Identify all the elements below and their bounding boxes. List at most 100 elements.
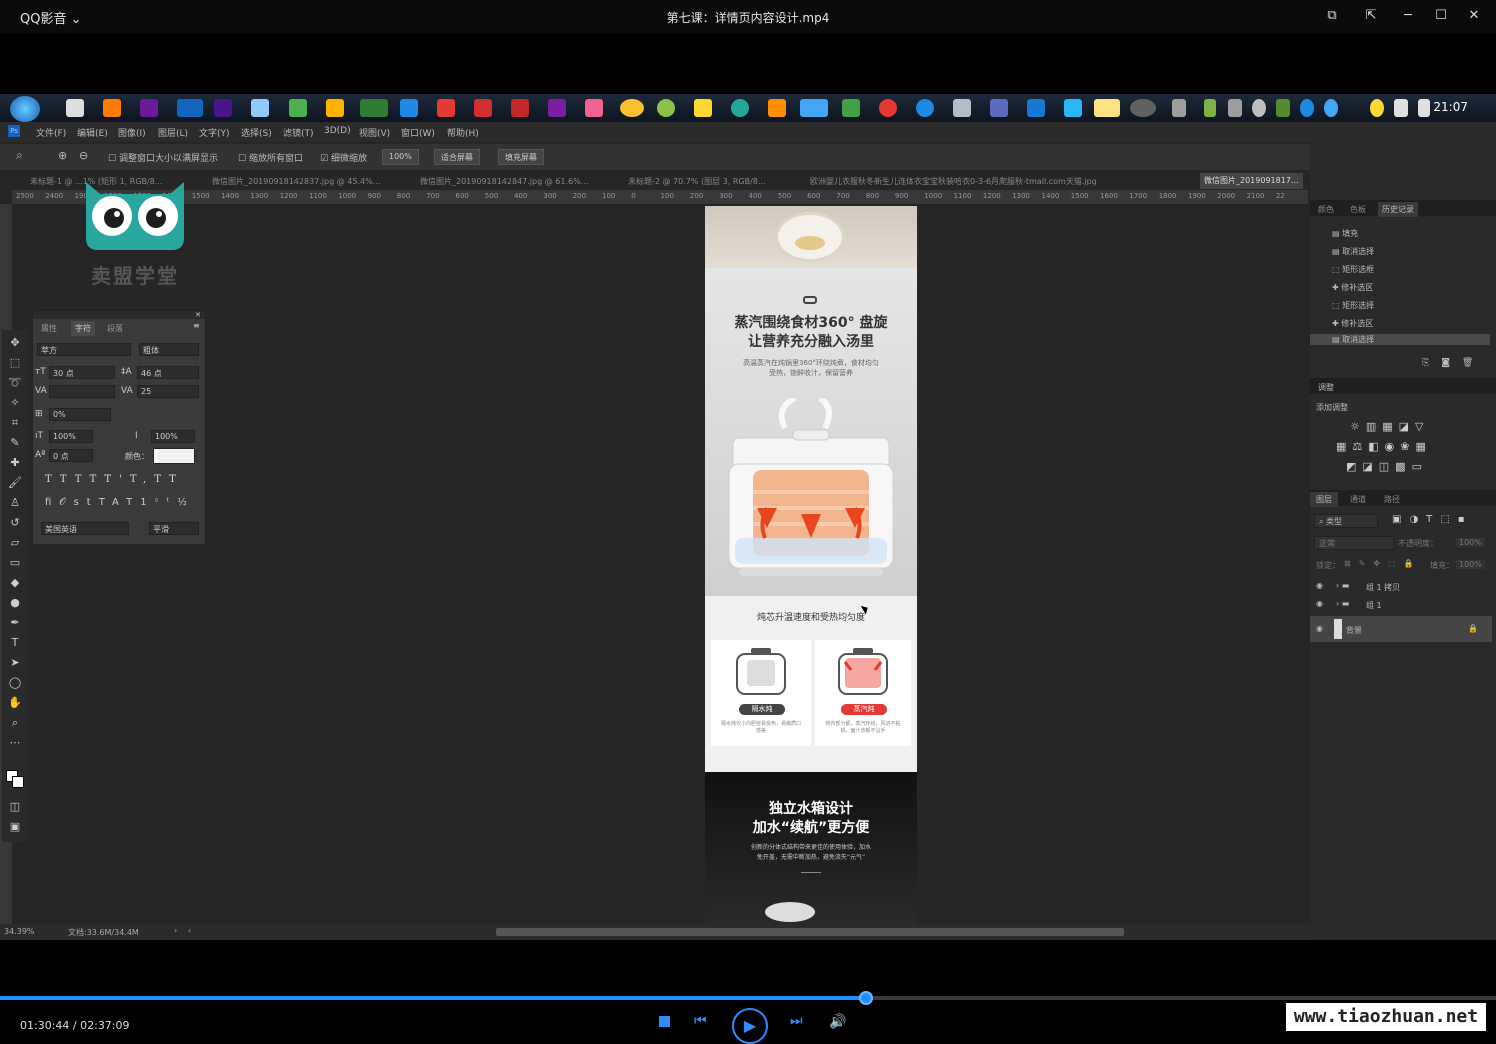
video-frame[interactable]: 21:07 Ps 文件(F) 编辑(E) 图像(I) 图层(L) 文字(Y) 选… [0,94,1496,940]
history-item[interactable]: ▤ 取消选择 [1332,246,1374,257]
crop-tool-icon[interactable]: ⌗ [8,416,22,430]
layer-row[interactable]: ◉ › ▬ 组 1 拷贝 [1310,578,1496,596]
play-icon[interactable]: ▶ [732,1008,768,1044]
tsume-field[interactable]: 0% [49,408,111,421]
zoom-100-button[interactable]: 100% [382,149,419,165]
status-arrow-icon[interactable]: › [174,926,177,935]
menu-3d[interactable]: 3D(D) [324,126,351,136]
history-action-icons[interactable]: ⎘◙🗑 [1422,358,1485,368]
doc-tab[interactable]: 欧洲婴儿衣服秋冬新生儿连体衣宝宝秋装哈衣0-3-6月爬服秋-tmall.com天… [810,176,1097,187]
eraser-tool-icon[interactable]: ▱ [8,536,22,550]
eye-icon[interactable]: ◉ [1316,581,1323,590]
path-select-icon[interactable]: ➤ [8,656,22,670]
pen-tool-icon[interactable]: ✒ [8,616,22,630]
menu-filter[interactable]: 滤镜(T) [283,126,314,139]
move-tool-icon[interactable]: ✥ [8,336,22,350]
vertical-scale-field[interactable]: 100% [49,430,93,443]
panel-close-icon[interactable]: ✕ [33,311,205,319]
panel-menu-icon[interactable]: ≡ [193,321,200,330]
screen-mode-icon[interactable]: ▣ [8,820,22,834]
opentype-buttons[interactable]: ﬁ𝒪stTAT1ˢᵗ½ [45,497,195,508]
language-select[interactable]: 美国英语 [41,522,129,535]
layer-filter-icons[interactable]: ▣◑T⬚▪ [1392,514,1473,525]
healing-brush-icon[interactable]: ✚ [8,456,22,470]
doc-tab[interactable]: 未标题-2 @ 70.7% (图层 3, RGB/8... [628,176,766,187]
eyedropper-icon[interactable]: ✎ [8,436,22,450]
tab-paragraph[interactable]: 段落 [107,323,123,334]
menu-edit[interactable]: 编辑(E) [77,126,108,139]
lasso-tool-icon[interactable]: ➰ [8,376,22,390]
tab-channels[interactable]: 通道 [1350,494,1366,505]
next-icon[interactable]: ⏭ [790,1013,803,1029]
zoom-in-icon[interactable]: ⊕ [58,149,67,162]
type-style-buttons[interactable]: TTTTT'T,TT [45,474,184,485]
eye-icon[interactable]: ◉ [1316,624,1323,633]
minimize-icon[interactable]: ─ [1398,6,1418,26]
menu-window[interactable]: 窗口(W) [401,126,435,139]
tracking-field[interactable]: 25 [137,385,199,398]
adjustment-icons-row-3[interactable]: ◩◪◫▩▭ [1346,460,1428,473]
opacity-field[interactable]: 100% [1456,538,1485,547]
fill-screen-button[interactable]: 填充屏幕 [498,149,544,165]
font-style-select[interactable]: 粗体 [139,343,199,356]
background-color-swatch[interactable] [12,776,24,788]
adjustment-icons-row-2[interactable]: ▦⚖◧◉❀▦ [1336,440,1432,453]
menu-image[interactable]: 图像(I) [118,126,146,139]
dodge-tool-icon[interactable]: ● [8,596,22,610]
seek-handle[interactable] [859,991,874,1005]
doc-tab-active[interactable]: 微信图片_2019091817... [1200,173,1303,189]
layer-row-active[interactable]: ◉ 背景 🔒 [1310,616,1492,642]
blur-tool-icon[interactable]: ◆ [8,576,22,590]
stamp-tool-icon[interactable]: ♙ [8,496,22,510]
doc-tab[interactable]: 微信图片_20190918142847.jpg @ 61.6%... [420,176,588,187]
marquee-tool-icon[interactable]: ⬚ [8,356,22,370]
close-icon[interactable]: ✕ [1464,6,1484,26]
eye-icon[interactable]: ◉ [1316,599,1323,608]
tab-properties[interactable]: 属性 [41,323,57,334]
lock-icons[interactable]: ⊠✎✥⬚🔒 [1344,559,1422,568]
history-brush-icon[interactable]: ↺ [8,516,22,530]
canvas-document[interactable]: 蒸汽围绕食材360° 盘旋 让营养充分融入汤里 高温蒸汽在炖锅里360°环绕炖煮… [705,206,917,926]
zoom-all-checkbox[interactable]: ☐ 缩放所有窗口 [238,151,303,164]
menu-view[interactable]: 视图(V) [359,126,390,139]
history-item[interactable]: ▤ 填充 [1332,228,1358,239]
tab-history[interactable]: 历史记录 [1378,202,1418,217]
fill-field[interactable]: 100% [1456,560,1485,569]
zoom-out-icon[interactable]: ⊖ [79,149,88,162]
maximize-icon[interactable]: ☐ [1431,6,1451,26]
font-family-select[interactable]: 苹方 [37,343,131,356]
tab-swatches[interactable]: 色板 [1350,204,1366,215]
magic-wand-icon[interactable]: ✧ [8,396,22,410]
doc-tab[interactable]: 微信图片_20190918142837.jpg @ 45.4%... [212,176,380,187]
history-item[interactable]: ⬚ 矩形选择 [1332,300,1374,311]
stop-icon[interactable] [659,1016,670,1027]
zoom-tool-icon[interactable]: ⌕ [16,148,23,163]
horizontal-scale-field[interactable]: 100% [151,430,195,443]
zoom-tool-icon[interactable]: ⌕ [8,716,22,730]
leading-field[interactable]: 46 点 [137,366,199,379]
resize-windows-checkbox[interactable]: ☐ 调整窗口大小以满屏显示 [108,151,218,164]
scrubby-zoom-checkbox[interactable]: ☑ 细微缩放 [320,151,367,164]
mini-mode-icon[interactable]: ⧉ [1322,6,1342,26]
history-item[interactable]: ✚ 修补选区 [1332,282,1373,293]
tab-color[interactable]: 颜色 [1318,204,1334,215]
history-item-active[interactable]: ▤ 取消选择 [1310,334,1490,345]
layer-row[interactable]: ◉ › ▬ 组 1 [1310,596,1496,614]
scroll-left-icon[interactable]: ‹ [188,926,191,935]
quick-mask-icon[interactable]: ◫ [8,800,22,814]
layer-filter-select[interactable]: ⌕ 类型 [1314,514,1378,528]
menu-file[interactable]: 文件(F) [36,126,66,139]
volume-icon[interactable]: 🔊 [829,1014,846,1030]
baseline-shift-field[interactable]: 0 点 [49,449,93,462]
type-tool-icon[interactable]: T [8,636,22,650]
font-size-field[interactable]: 30 点 [49,366,115,379]
hand-tool-icon[interactable]: ✋ [8,696,22,710]
kerning-field[interactable] [49,385,115,398]
adjustment-icons-row-1[interactable]: ☼▥▦◪▽ [1350,420,1430,433]
menu-help[interactable]: 帮助(H) [447,126,479,139]
brush-tool-icon[interactable]: 🖌 [8,476,22,490]
antialias-select[interactable]: 平滑 [149,522,199,535]
ellipse-tool-icon[interactable]: ◯ [8,676,22,690]
history-item[interactable]: ⬚ 矩形选框 [1332,264,1374,275]
previous-icon[interactable]: ⏮ [694,1013,707,1029]
